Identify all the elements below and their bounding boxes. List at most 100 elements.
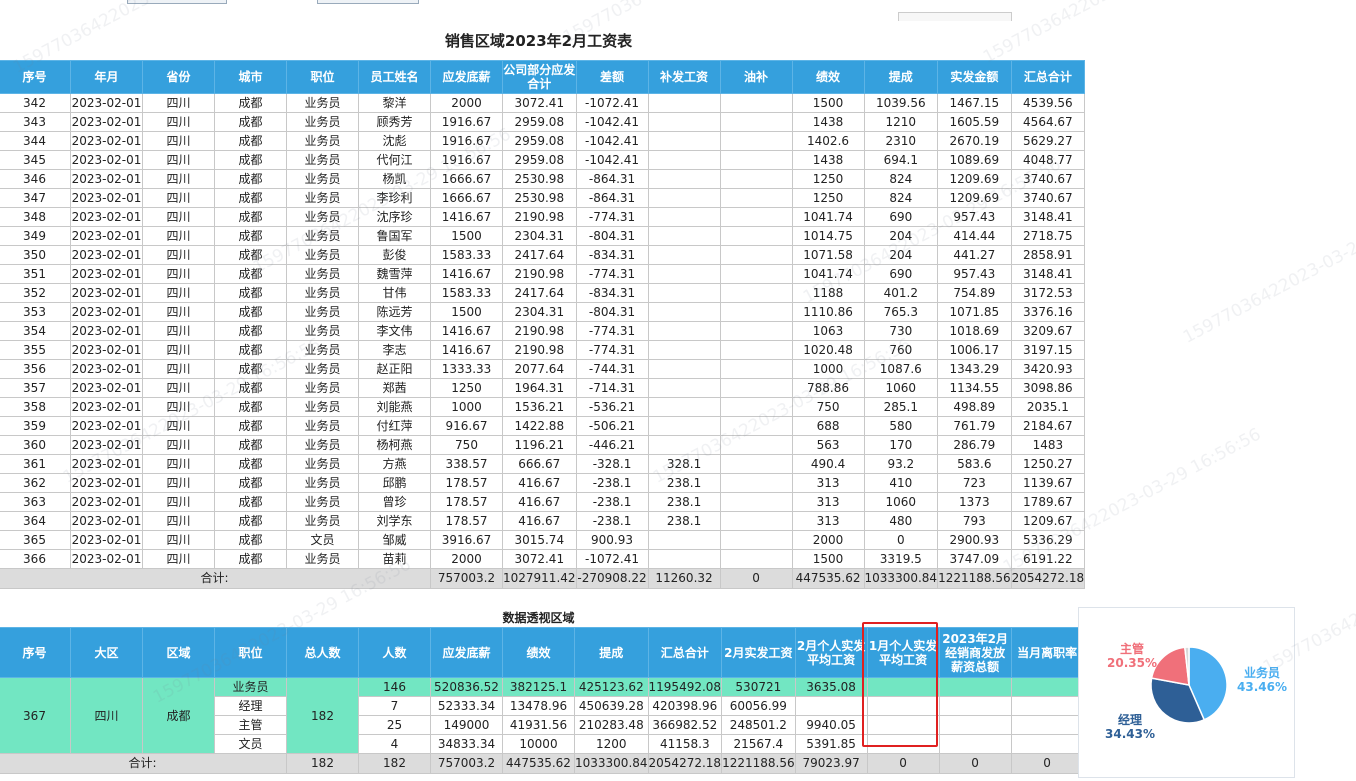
table-row: 349 2023-02-01 四川 成都 业务员 鲁国军 1500 2304.31 -804.3… <box>0 226 1086 246</box>
table-cell: 成都 <box>214 207 287 227</box>
table-cell: 2023-02-01 <box>70 397 143 417</box>
table-cell: 2417.64 <box>502 245 577 265</box>
table-cell <box>647 530 721 550</box>
column-header[interactable]: 补发工资 <box>647 60 721 94</box>
column-header[interactable]: 职位 <box>286 60 359 94</box>
table-row: 360 2023-02-01 四川 成都 业务员 杨柯燕 750 1196.21 -446.21… <box>0 435 1086 455</box>
table-cell <box>719 150 793 170</box>
total-cell: 1221188.56 <box>937 568 1012 589</box>
table-cell: 业务员 <box>286 492 359 512</box>
total-cell: 447535.62 <box>791 568 865 589</box>
column-header[interactable]: 城市 <box>214 60 287 94</box>
table-cell: 1343.29 <box>937 359 1012 379</box>
table-cell: 2023-02-01 <box>70 454 143 474</box>
collapse-tab[interactable] <box>898 12 1012 21</box>
pivot-column-header[interactable]: 当月离职率 <box>1010 627 1084 678</box>
pie-slice[interactable] <box>1150 646 1190 686</box>
table-cell: 1536.21 <box>502 397 577 417</box>
pivot-column-header[interactable]: 提成 <box>574 627 649 678</box>
pivot-column-header[interactable]: 应发底薪 <box>430 627 503 678</box>
pivot-dealer-total <box>938 734 1012 754</box>
pivot-feb-avg <box>794 696 868 716</box>
table-cell: 313 <box>791 473 865 493</box>
filter-control-1[interactable] <box>127 0 227 4</box>
table-row: 348 2023-02-01 四川 成都 业务员 沈序珍 1416.67 2190.98 -77… <box>0 207 1086 227</box>
table-cell: 成都 <box>214 226 287 246</box>
table-cell: 1041.74 <box>791 207 865 227</box>
table-cell: 285.1 <box>863 397 939 417</box>
column-header[interactable]: 员工姓名 <box>358 60 431 94</box>
table-cell: 1210 <box>863 112 939 132</box>
pivot-column-header[interactable]: 总人数 <box>286 627 359 678</box>
table-cell: 成都 <box>214 397 287 417</box>
pivot-column-header[interactable]: 绩效 <box>502 627 575 678</box>
table-cell: -804.31 <box>575 226 649 246</box>
pivot-column-header[interactable]: 2023年2月经销商发放薪资总额 <box>938 627 1012 678</box>
column-header[interactable]: 差额 <box>575 60 649 94</box>
column-header[interactable]: 油补 <box>719 60 793 94</box>
table-row: 345 2023-02-01 四川 成都 业务员 代何江 1916.67 2959.08 -10… <box>0 150 1086 170</box>
table-cell: 414.44 <box>937 226 1012 246</box>
column-header[interactable]: 实发金额 <box>937 60 1012 94</box>
table-cell: 彭俊 <box>358 245 431 265</box>
table-cell: 2023-02-01 <box>70 378 143 398</box>
pie-label-manager: 经理 34.43% <box>1105 713 1155 741</box>
table-cell: 178.57 <box>430 473 503 493</box>
pivot-column-header[interactable]: 大区 <box>70 627 143 678</box>
column-header[interactable]: 应发底薪 <box>430 60 503 94</box>
column-header[interactable]: 提成 <box>863 60 939 94</box>
table-cell: -506.21 <box>575 416 649 436</box>
table-cell: 李珍利 <box>358 188 431 208</box>
table-cell: 2023-02-01 <box>70 112 143 132</box>
table-cell: 成都 <box>214 530 287 550</box>
table-cell: 2190.98 <box>502 264 577 284</box>
table-cell: 3172.53 <box>1010 283 1086 303</box>
table-cell: 238.1 <box>647 511 721 531</box>
table-cell: 2035.1 <box>1010 397 1086 417</box>
table-cell: 2023-02-01 <box>70 359 143 379</box>
pivot-column-header[interactable]: 区域 <box>142 627 215 678</box>
pivot-column-header[interactable]: 2月实发工资 <box>721 627 796 678</box>
table-row: 350 2023-02-01 四川 成都 业务员 彭俊 1583.33 2417.64 -834… <box>0 245 1086 265</box>
table-cell <box>647 416 721 436</box>
filter-control-2[interactable] <box>317 0 419 4</box>
table-cell: 成都 <box>214 112 287 132</box>
table-cell: 1416.67 <box>430 340 503 360</box>
table-cell <box>719 131 793 151</box>
table-cell: 416.67 <box>502 473 577 493</box>
column-header[interactable]: 省份 <box>142 60 215 94</box>
table-cell <box>647 207 721 227</box>
table-row: 353 2023-02-01 四川 成都 业务员 陈远芳 1500 2304.31 -804.3… <box>0 302 1086 322</box>
table-cell: 4048.77 <box>1010 150 1086 170</box>
table-cell: 四川 <box>142 321 215 341</box>
table-cell: 成都 <box>214 511 287 531</box>
table-cell: 1964.31 <box>502 378 577 398</box>
table-cell: 业务员 <box>286 226 359 246</box>
table-cell: 1402.6 <box>791 131 865 151</box>
column-header[interactable]: 年月 <box>70 60 143 94</box>
column-header[interactable]: 绩效 <box>791 60 865 94</box>
table-cell: 480 <box>863 511 939 531</box>
table-cell: 1000 <box>791 359 865 379</box>
table-cell: 3015.74 <box>502 530 577 550</box>
table-cell: 343 <box>0 112 71 132</box>
table-cell: 342 <box>0 93 71 113</box>
column-header[interactable]: 汇总合计 <box>1010 60 1086 94</box>
pivot-column-header[interactable]: 职位 <box>214 627 287 678</box>
pivot-column-header[interactable]: 汇总合计 <box>647 627 723 678</box>
table-cell: 四川 <box>142 188 215 208</box>
table-cell: 2858.91 <box>1010 245 1086 265</box>
table-cell: 1209.69 <box>937 169 1012 189</box>
column-header[interactable]: 公司部分应发合计 <box>502 60 577 94</box>
table-cell <box>647 131 721 151</box>
pivot-column-header[interactable]: 序号 <box>0 627 71 678</box>
column-header[interactable]: 序号 <box>0 60 71 94</box>
table-cell: -238.1 <box>575 473 649 493</box>
pivot-comm: 210283.48 <box>574 715 649 735</box>
table-cell: 沈序珍 <box>358 207 431 227</box>
table-cell: 1500 <box>430 226 503 246</box>
table-cell: 363 <box>0 492 71 512</box>
pivot-column-header[interactable]: 人数 <box>358 627 431 678</box>
pivot-column-header[interactable]: 2月个人实发平均工资 <box>794 627 868 678</box>
table-cell: 2304.31 <box>502 302 577 322</box>
